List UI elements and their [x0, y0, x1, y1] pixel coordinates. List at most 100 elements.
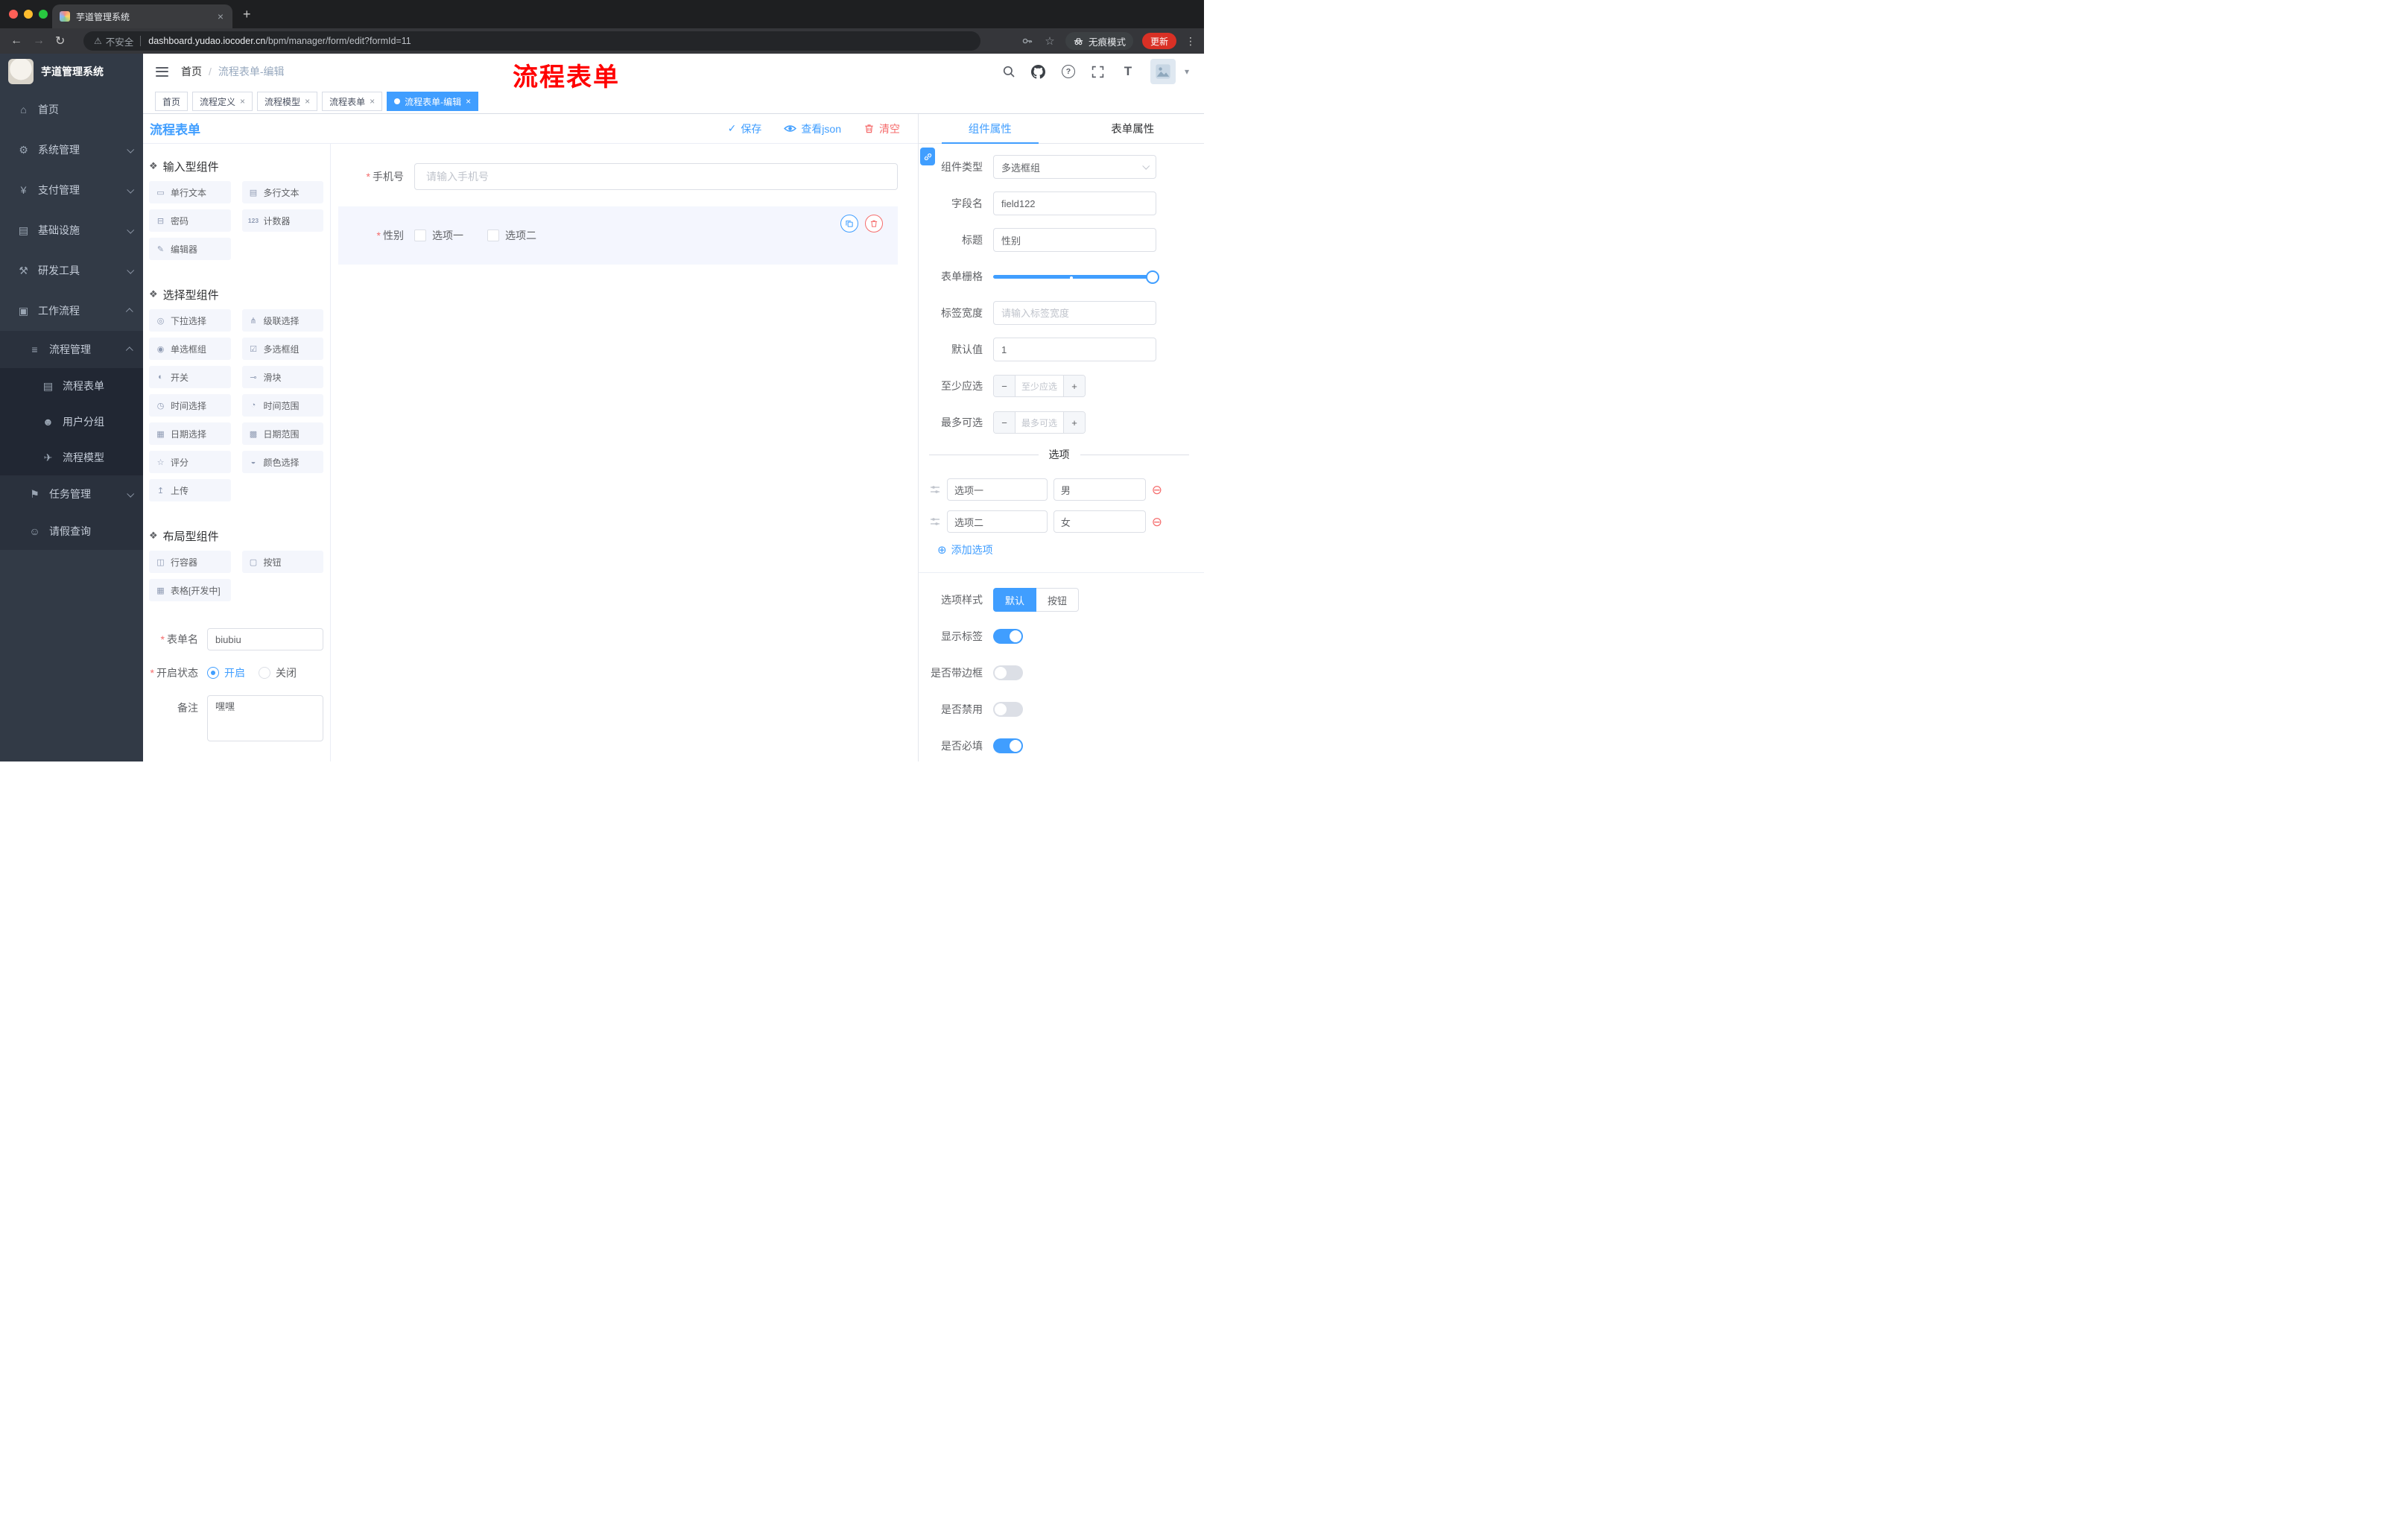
option-2-value-input[interactable]: [1053, 510, 1146, 533]
form-grid-slider[interactable]: [993, 265, 1159, 288]
status-closed-radio[interactable]: [259, 667, 270, 679]
component-chip-select[interactable]: ◎ 下拉选择: [149, 309, 231, 332]
field-name-input[interactable]: [993, 191, 1156, 215]
component-chip-counter[interactable]: 123 计数器: [241, 209, 323, 232]
sidebar-item-task-mgmt[interactable]: ⚑ 任务管理: [0, 475, 143, 513]
github-icon[interactable]: [1031, 64, 1046, 79]
new-tab-button[interactable]: +: [243, 6, 251, 22]
font-size-icon[interactable]: T: [1121, 64, 1135, 79]
fullscreen-icon[interactable]: [1091, 64, 1106, 79]
window-zoom-button[interactable]: [39, 10, 48, 19]
tab-form-props[interactable]: 表单属性: [1062, 114, 1205, 143]
view-json-button[interactable]: 查看json: [784, 121, 841, 136]
required-toggle[interactable]: [993, 738, 1023, 753]
browser-tab[interactable]: 芋道管理系统 ×: [52, 4, 232, 28]
reload-button[interactable]: ↻: [55, 34, 65, 48]
sidebar-logo[interactable]: 芋道管理系统: [0, 54, 143, 89]
component-chip-time-picker[interactable]: ◷ 时间选择: [149, 394, 231, 417]
save-button[interactable]: ✓ 保存: [728, 121, 762, 136]
tag-close-icon[interactable]: ×: [240, 97, 245, 106]
tag-process-definition[interactable]: 流程定义 ×: [192, 92, 253, 111]
tag-close-icon[interactable]: ×: [370, 97, 375, 106]
label-width-input[interactable]: [993, 301, 1156, 325]
link-fab-button[interactable]: [920, 148, 935, 165]
sidebar-item-process-mgmt[interactable]: ≡ 流程管理: [0, 331, 143, 368]
breadcrumb-home[interactable]: 首页: [181, 64, 202, 79]
forward-button[interactable]: →: [33, 34, 45, 48]
sidebar-item-infra[interactable]: ▤ 基础设施: [0, 210, 143, 250]
sidebar-item-workflow[interactable]: ▣ 工作流程: [0, 291, 143, 331]
sidebar-item-system[interactable]: ⚙ 系统管理: [0, 130, 143, 170]
component-chip-multi-text[interactable]: ▤ 多行文本: [241, 181, 323, 203]
status-closed-label[interactable]: 关闭: [276, 665, 297, 680]
remark-textarea[interactable]: 嘿嘿: [207, 695, 323, 741]
stepper-plus-button[interactable]: +: [1063, 376, 1085, 396]
component-type-value[interactable]: [993, 155, 1156, 179]
component-chip-row-container[interactable]: ◫ 行容器: [149, 551, 231, 573]
component-chip-switch[interactable]: ◐ 开关: [149, 366, 231, 388]
search-icon[interactable]: [1001, 64, 1016, 79]
style-button-button[interactable]: 按钮: [1036, 588, 1080, 612]
sidebar-item-payment[interactable]: ¥ 支付管理: [0, 170, 143, 210]
stepper-minus-button[interactable]: −: [994, 376, 1016, 396]
stepper-placeholder[interactable]: 至少应选: [1016, 376, 1063, 396]
option-2-label-input[interactable]: [947, 510, 1048, 533]
delete-component-button[interactable]: [865, 215, 883, 232]
gender-option-2-checkbox[interactable]: 选项二: [487, 228, 536, 243]
tag-close-icon[interactable]: ×: [466, 97, 471, 106]
option-1-value-input[interactable]: [1053, 478, 1146, 501]
component-chip-rate[interactable]: ☆ 评分: [149, 451, 231, 473]
help-icon[interactable]: ?: [1061, 64, 1076, 79]
tag-close-icon[interactable]: ×: [305, 97, 310, 106]
remove-option-icon[interactable]: ⊖: [1152, 484, 1162, 496]
security-label[interactable]: 不安全: [106, 34, 134, 48]
sidebar-item-leave-query[interactable]: ☺ 请假查询: [0, 513, 143, 550]
component-chip-checkbox-group[interactable]: ☑ 多选框组: [241, 338, 323, 360]
form-name-input[interactable]: [207, 628, 323, 650]
component-type-select[interactable]: [993, 155, 1156, 179]
window-minimize-button[interactable]: [24, 10, 33, 19]
component-chip-date-picker[interactable]: ▦ 日期选择: [149, 422, 231, 445]
default-value-input[interactable]: [993, 338, 1156, 361]
component-chip-password[interactable]: ⊟ 密码: [149, 209, 231, 232]
stepper-plus-button[interactable]: +: [1063, 412, 1085, 433]
drag-handle-icon[interactable]: [929, 516, 941, 528]
component-chip-slider[interactable]: ⊸ 滑块: [241, 366, 323, 388]
back-button[interactable]: ←: [10, 34, 22, 48]
sidebar-item-user-group[interactable]: ☻ 用户分组: [0, 404, 143, 440]
bookmark-star-icon[interactable]: ☆: [1043, 34, 1056, 48]
tab-component-props[interactable]: 组件属性: [919, 114, 1062, 144]
canvas-field-gender[interactable]: * 性别 选项一 选项二: [338, 206, 898, 265]
gender-option-1-checkbox[interactable]: 选项一: [414, 228, 463, 243]
add-option-button[interactable]: ⊕ 添加选项: [937, 542, 1204, 557]
component-chip-cascader[interactable]: ⋔ 级联选择: [241, 309, 323, 332]
tag-process-form-edit[interactable]: 流程表单-编辑 ×: [387, 92, 479, 111]
tag-process-model[interactable]: 流程模型 ×: [257, 92, 318, 111]
form-canvas[interactable]: * 手机号 请输入手机号 * 性别 选项一 选项二: [331, 144, 918, 762]
tag-process-form[interactable]: 流程表单 ×: [322, 92, 383, 111]
component-chip-single-text[interactable]: ▭ 单行文本: [149, 181, 231, 203]
copy-component-button[interactable]: [840, 215, 858, 232]
component-chip-radio-group[interactable]: ◉ 单选框组: [149, 338, 231, 360]
component-chip-time-range[interactable]: ◔ 时间范围: [241, 394, 323, 417]
canvas-field-phone[interactable]: * 手机号: [338, 163, 898, 190]
sidebar-item-process-model[interactable]: ✈ 流程模型: [0, 440, 143, 475]
avatar-caret-icon[interactable]: ▾: [1185, 66, 1189, 77]
border-toggle[interactable]: [993, 665, 1023, 680]
show-label-toggle[interactable]: [993, 629, 1023, 644]
component-chip-table[interactable]: ▦ 表格[开发中]: [149, 579, 231, 601]
user-avatar[interactable]: [1150, 59, 1176, 84]
window-close-button[interactable]: [9, 10, 18, 19]
option-1-label-input[interactable]: [947, 478, 1048, 501]
component-chip-upload[interactable]: ↥ 上传: [149, 479, 231, 501]
hamburger-menu-button[interactable]: [156, 64, 168, 79]
sidebar-item-devtools[interactable]: ⚒ 研发工具: [0, 250, 143, 291]
status-open-radio[interactable]: [207, 667, 219, 679]
update-button[interactable]: 更新: [1141, 33, 1176, 49]
component-chip-color-picker[interactable]: ◒ 颜色选择: [241, 451, 323, 473]
sidebar-item-home[interactable]: ⌂ 首页: [0, 89, 143, 130]
tag-home[interactable]: 首页: [155, 92, 188, 111]
component-chip-button[interactable]: ▢ 按钮: [241, 551, 323, 573]
clear-button[interactable]: 清空: [864, 121, 900, 136]
phone-input[interactable]: [414, 163, 898, 190]
